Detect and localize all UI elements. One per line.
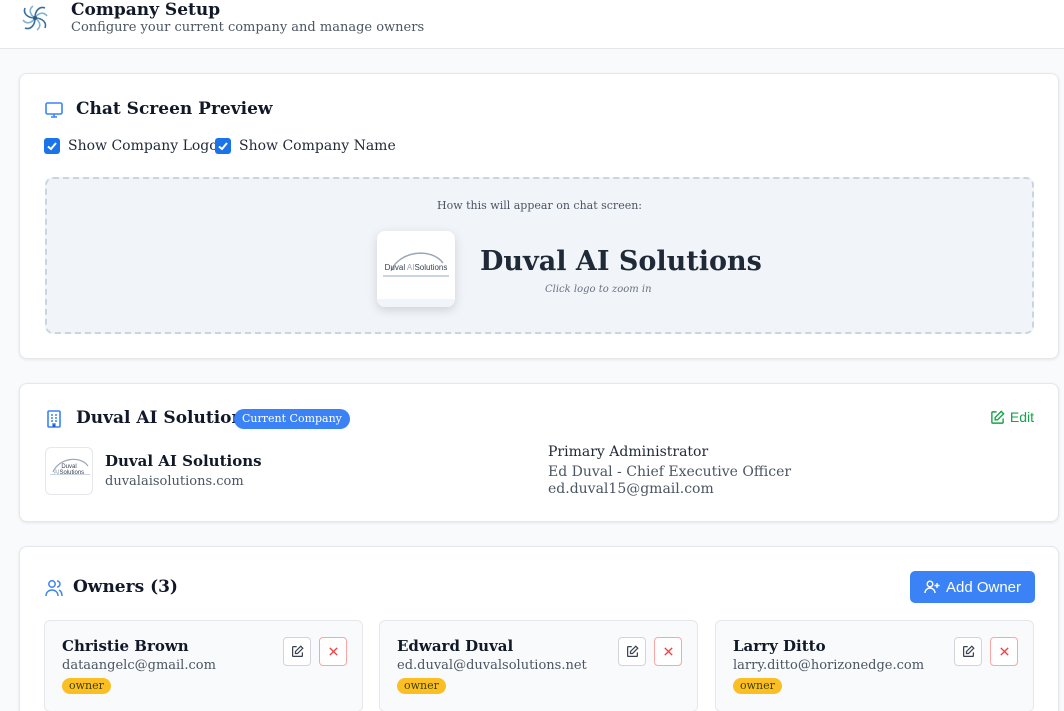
- pinwheel-logo-icon: [22, 5, 48, 31]
- edit-owner-button[interactable]: [954, 637, 982, 666]
- owner-email: dataangelc@gmail.com: [62, 658, 216, 673]
- top-bar: Company Setup Configure your current com…: [0, 0, 1064, 49]
- chat-preview-card: Chat Screen Preview Show Company Logo Sh…: [19, 73, 1059, 359]
- current-company-badge: Current Company: [234, 409, 350, 429]
- edit-company-button[interactable]: Edit: [990, 409, 1034, 425]
- close-icon: [999, 647, 1009, 656]
- show-logo-label: Show Company Logo: [68, 138, 218, 154]
- add-owner-label: Add Owner: [945, 578, 1022, 596]
- owner-email: ed.duval@duvalsolutions.net: [397, 658, 587, 673]
- owner-role-badge: owner: [733, 678, 782, 694]
- users-icon: [45, 580, 63, 597]
- section-title-company: Duval AI Solutions: [76, 408, 254, 428]
- page-title: Company Setup: [71, 0, 221, 20]
- admin-label: Primary Administrator: [548, 444, 709, 460]
- owner-role-badge: owner: [397, 678, 446, 694]
- delete-owner-button[interactable]: [654, 637, 682, 666]
- edit-square-icon: [991, 409, 1005, 424]
- logo-bottom-strip: [377, 299, 455, 307]
- show-name-label: Show Company Name: [239, 138, 396, 154]
- owner-card: Edward Duval ed.duval@duvalsolutions.net…: [379, 620, 698, 711]
- delete-owner-button[interactable]: [319, 637, 347, 666]
- preview-caption: How this will appear on chat screen:: [436, 199, 643, 212]
- current-company-card: Duval AI Solutions Current Company Edit …: [19, 383, 1059, 522]
- show-name-checkbox[interactable]: Show Company Name: [215, 138, 396, 154]
- logo-tagline-line: [383, 275, 449, 277]
- preview-company-logo[interactable]: Duval AISolutions: [377, 231, 455, 307]
- edit-owner-button[interactable]: [283, 637, 311, 666]
- owner-name: Larry Ditto: [733, 637, 826, 655]
- pencil-icon: [291, 645, 304, 657]
- delete-owner-button[interactable]: [990, 637, 1018, 666]
- checkbox-checked[interactable]: [44, 138, 60, 154]
- show-logo-checkbox[interactable]: Show Company Logo: [44, 138, 218, 154]
- add-owner-button[interactable]: Add Owner: [910, 571, 1035, 603]
- checkmark-icon: [218, 142, 228, 151]
- owner-card: Christie Brown dataangelc@gmail.com owne…: [44, 620, 363, 711]
- building-icon: [47, 410, 61, 428]
- checkmark-icon: [47, 142, 57, 151]
- edit-label: Edit: [1009, 409, 1034, 425]
- preview-zoom-hint: Click logo to zoom in: [545, 284, 652, 295]
- company-logo: Duval AISolutions: [45, 447, 93, 495]
- admin-name: Ed Duval - Chief Executive Officer: [548, 464, 792, 480]
- logo-tagline-line: [50, 474, 90, 475]
- edit-owner-button[interactable]: [618, 637, 646, 666]
- owner-role-badge: owner: [62, 678, 111, 694]
- section-title-chat-preview: Chat Screen Preview: [76, 99, 273, 119]
- preview-company-name: Duval AI Solutions: [480, 246, 762, 277]
- close-icon: [328, 647, 338, 656]
- preview-logo-wordmark: Duval AISolutions: [377, 263, 455, 272]
- user-plus-icon: [924, 580, 940, 594]
- company-domain: duvalaisolutions.com: [105, 474, 244, 489]
- pencil-icon: [626, 645, 639, 657]
- chat-preview-box: How this will appear on chat screen: Duv…: [45, 177, 1034, 334]
- close-icon: [663, 647, 673, 656]
- admin-email: ed.duval15@gmail.com: [548, 481, 714, 497]
- logo-brand-suffix: Solutions: [59, 470, 85, 476]
- company-name: Duval AI Solutions: [105, 452, 262, 470]
- owner-name: Edward Duval: [397, 637, 514, 655]
- page-subtitle: Configure your current company and manag…: [71, 20, 425, 35]
- checkbox-checked[interactable]: [215, 138, 231, 154]
- section-title-owners: Owners (3): [73, 577, 178, 597]
- logo-brand: Duval: [384, 263, 407, 272]
- monitor-icon: [45, 102, 63, 118]
- owner-name: Christie Brown: [62, 637, 189, 655]
- owner-card: Larry Ditto larry.ditto@horizonedge.com …: [715, 620, 1034, 711]
- owner-email: larry.ditto@horizonedge.com: [733, 658, 925, 673]
- pencil-icon: [962, 645, 975, 657]
- logo-brand-suffix: Solutions: [414, 263, 448, 272]
- owners-card: Owners (3) Add Owner Christie Brown data…: [19, 546, 1059, 711]
